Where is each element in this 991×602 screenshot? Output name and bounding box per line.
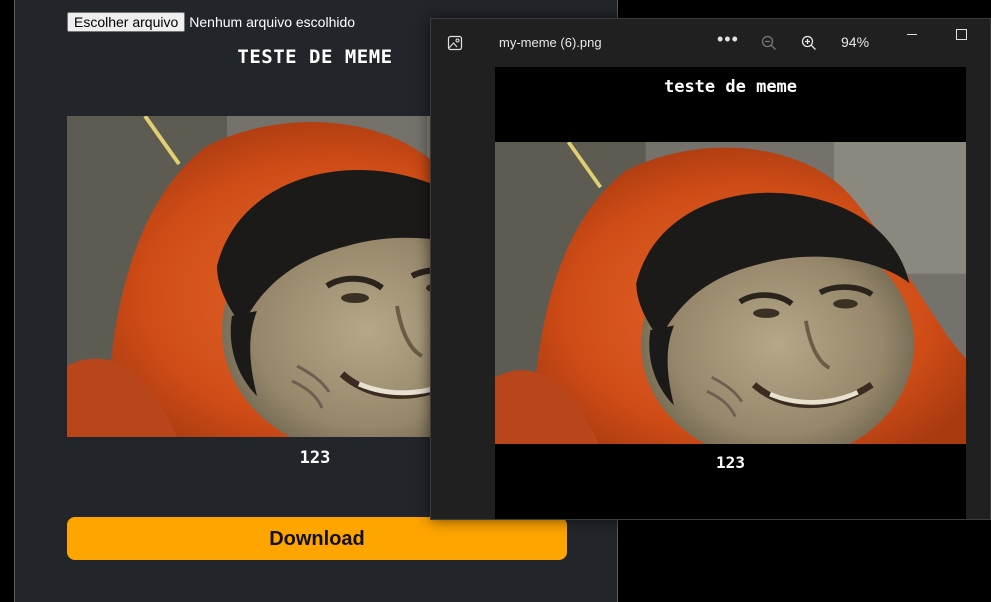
zoom-in-icon xyxy=(801,35,816,50)
viewer-meme-top-text: teste de meme xyxy=(663,77,798,97)
viewer-image: teste de meme 123 xyxy=(495,67,966,519)
more-options-button[interactable]: ••• xyxy=(717,29,739,50)
image-icon xyxy=(447,35,463,51)
zoom-out-button[interactable] xyxy=(761,35,777,56)
download-button[interactable]: Download xyxy=(67,517,567,560)
image-viewer-window: my-meme (6).png ••• 94% teste de meme 12… xyxy=(430,18,991,520)
file-picker: Escolher arquivo Nenhum arquivo escolhid… xyxy=(67,12,355,32)
zoom-level[interactable]: 94% xyxy=(841,34,869,50)
zoom-in-button[interactable] xyxy=(801,35,817,56)
app-icon xyxy=(431,19,479,67)
choose-file-button[interactable]: Escolher arquivo xyxy=(67,12,186,32)
zoom-out-icon xyxy=(761,35,776,50)
viewer-sidebar xyxy=(431,67,495,519)
viewer-meme-bottom-text: 123 xyxy=(716,453,745,472)
file-status-text: Nenhum arquivo escolhido xyxy=(189,14,356,30)
minimize-icon[interactable] xyxy=(907,34,917,35)
maximize-icon[interactable] xyxy=(956,29,967,40)
viewer-meme-photo xyxy=(495,142,966,444)
viewer-file-name: my-meme (6).png xyxy=(499,35,602,50)
